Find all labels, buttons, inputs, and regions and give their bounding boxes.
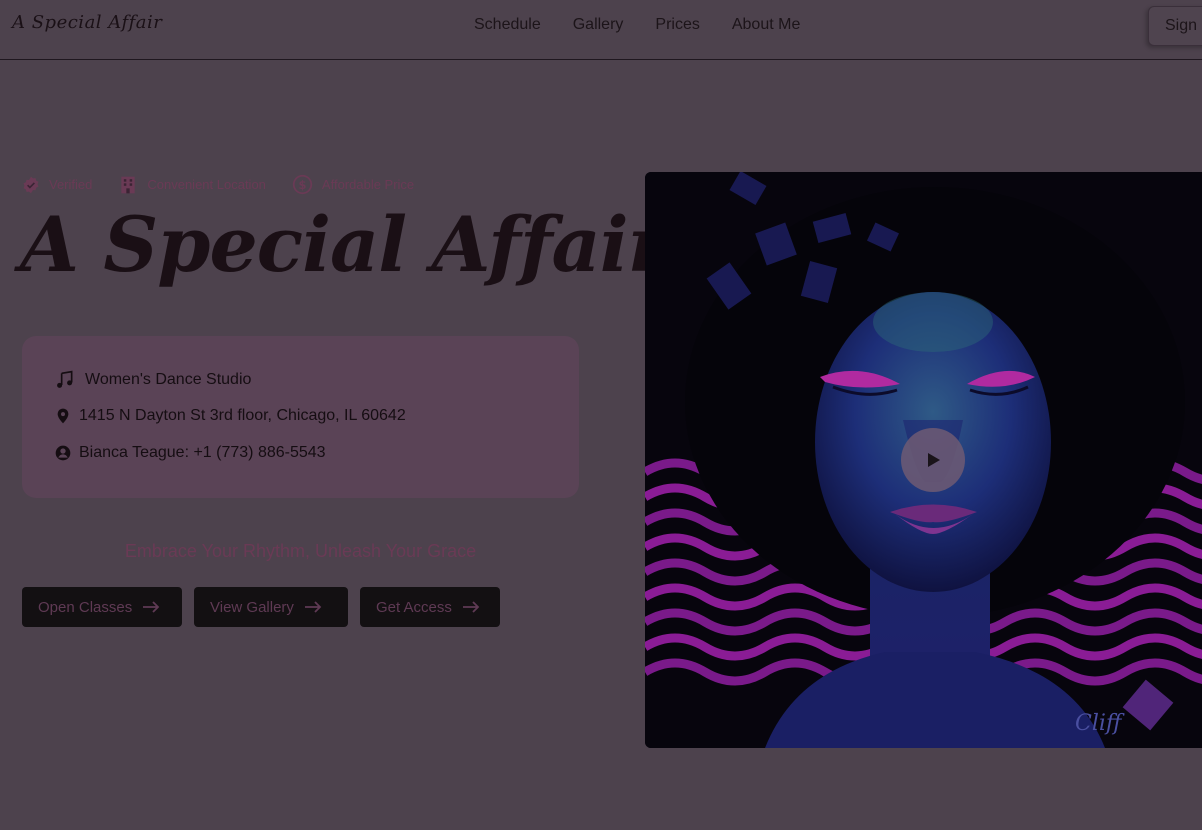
nav-link-about-me[interactable]: About Me <box>732 16 800 34</box>
play-icon <box>928 453 940 467</box>
hero-title: A Special Affair <box>20 200 668 289</box>
open-classes-button[interactable]: Open Classes <box>22 587 182 627</box>
address-row: 1415 N Dayton St 3rd floor, Chicago, IL … <box>55 407 406 425</box>
map-pin-icon <box>57 408 69 424</box>
button-label: Get Access <box>376 598 452 616</box>
nav-link-schedule[interactable]: Schedule <box>474 16 541 34</box>
artist-signature: Cliff <box>1075 711 1125 736</box>
button-label: View Gallery <box>210 598 294 616</box>
contact-text: Bianca Teague: +1 (773) 886-5543 <box>79 444 326 461</box>
badge-label: Affordable Price <box>321 177 415 192</box>
contact-row: Bianca Teague: +1 (773) 886-5543 <box>55 444 326 462</box>
building-icon <box>121 176 136 193</box>
arrow-right-icon <box>304 601 322 613</box>
address-text: 1415 N Dayton St 3rd floor, Chicago, IL … <box>79 407 406 424</box>
user-circle-icon <box>55 445 71 461</box>
sign-in-button[interactable]: Sign <box>1148 6 1202 46</box>
verified-check-icon <box>23 176 39 193</box>
hero-video-thumbnail[interactable]: Cliff <box>645 172 1202 748</box>
badge-price: $ Affordable Price <box>292 174 414 195</box>
play-button[interactable] <box>901 428 965 492</box>
main-nav: Schedule Gallery Prices About Me <box>474 16 832 34</box>
badge-label: Verified <box>49 177 93 192</box>
arrow-right-icon <box>143 601 160 613</box>
badge-location: Convenient Location <box>118 175 266 195</box>
arrow-right-icon <box>462 601 480 613</box>
nav-link-gallery[interactable]: Gallery <box>573 16 624 34</box>
music-note-icon <box>57 370 73 388</box>
top-navigation-bar: A Special Affair Schedule Gallery Prices… <box>0 0 1202 60</box>
get-access-button[interactable]: Get Access <box>360 587 500 627</box>
svg-text:$: $ <box>298 178 306 192</box>
studio-info-card: Women's Dance Studio 1415 N Dayton St 3r… <box>22 336 579 498</box>
studio-type-row: Women's Dance Studio <box>55 370 251 390</box>
badge-label: Convenient Location <box>147 177 266 192</box>
nav-link-prices[interactable]: Prices <box>655 16 699 34</box>
studio-type-text: Women's Dance Studio <box>85 371 252 388</box>
hero-tagline: Embrace Your Rhythm, Unleash Your Grace <box>124 541 477 561</box>
button-label: Open Classes <box>38 598 133 616</box>
feature-badges: Verified Convenient Location $ Affordabl… <box>22 174 440 195</box>
brand-logo[interactable]: A Special Affair <box>12 12 162 33</box>
dollar-circle-icon: $ <box>292 174 313 195</box>
badge-verified: Verified <box>22 176 92 194</box>
view-gallery-button[interactable]: View Gallery <box>194 587 348 627</box>
